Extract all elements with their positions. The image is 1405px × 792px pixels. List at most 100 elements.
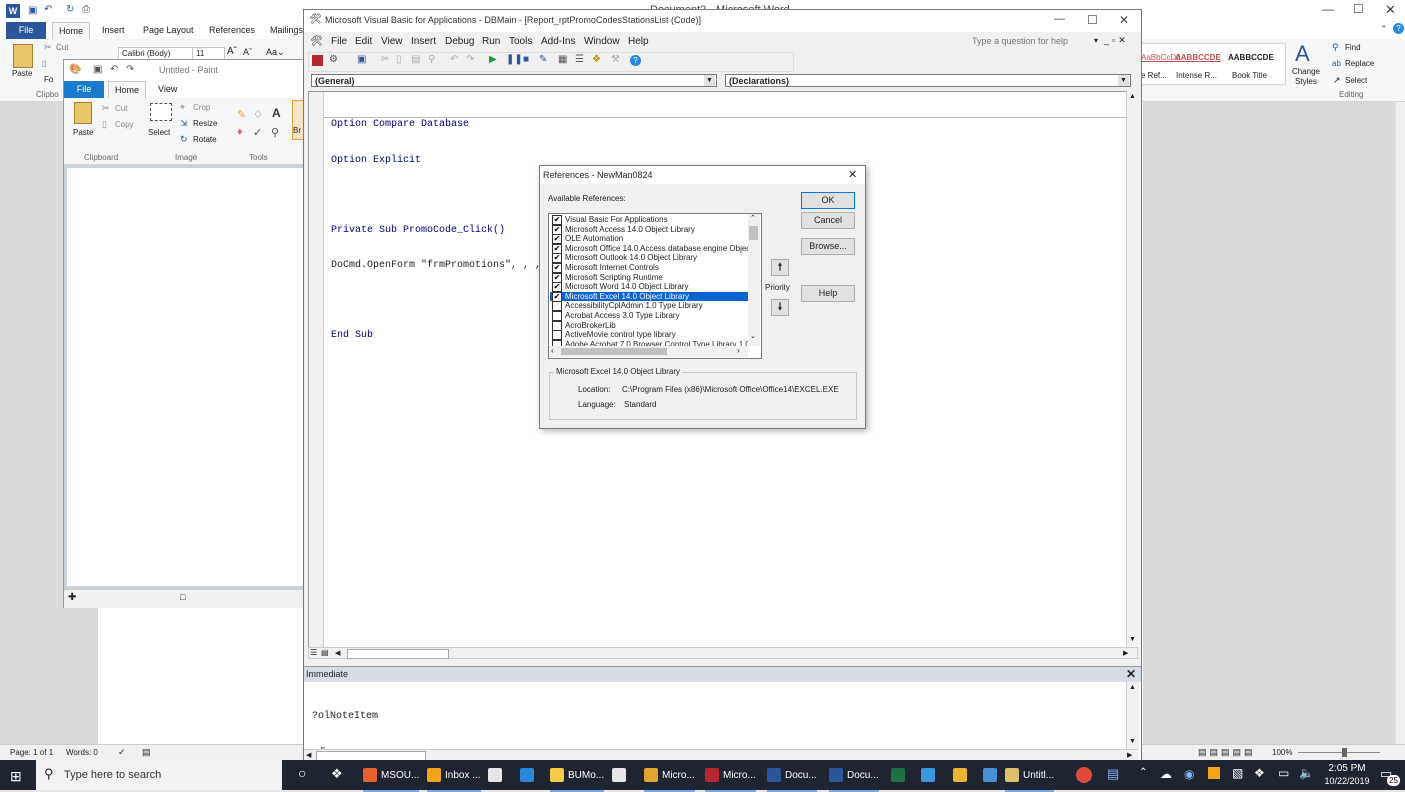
cortana-icon[interactable]: ○ — [298, 765, 306, 781]
menu-window[interactable]: Window — [584, 36, 620, 47]
immediate-vertical-scrollbar[interactable]: ▲ ▼ — [1126, 682, 1139, 749]
taskbar-app-button[interactable] — [983, 760, 1001, 790]
menu-add-ins[interactable]: Add-Ins — [541, 36, 575, 47]
code-vertical-scrollbar[interactable]: ▲ ▼ — [1126, 91, 1139, 647]
mdi-controls[interactable]: _▫✕ — [1104, 35, 1129, 46]
ok-button[interactable]: OK — [801, 192, 855, 209]
color-picker-icon[interactable]: ✓ — [253, 126, 262, 139]
design-mode-icon[interactable]: ✎ — [539, 54, 547, 65]
vba-cut-icon[interactable]: ✂ — [381, 54, 389, 65]
priority-up-button[interactable]: 🠕 — [771, 259, 789, 276]
vba-help-icon[interactable]: ? — [630, 55, 641, 66]
taskbar-app-button[interactable]: Docu... — [829, 760, 879, 792]
checkbox-unchecked-icon[interactable] — [552, 330, 562, 340]
browse-button[interactable]: Browse... — [801, 238, 855, 255]
view-access-icon[interactable] — [312, 55, 323, 66]
reference-item[interactable]: AcroBrokerLib — [550, 320, 748, 331]
references-list-hscroll[interactable]: ‹ › — [549, 346, 748, 357]
paint-paste-label[interactable]: Paste — [73, 128, 93, 137]
checkbox-checked-icon[interactable]: ✔ — [552, 215, 562, 225]
checkbox-checked-icon[interactable]: ✔ — [552, 291, 562, 302]
save-icon[interactable]: ▣ — [28, 5, 37, 16]
magnifier-icon[interactable]: ⚲ — [271, 126, 279, 139]
text-tool-icon[interactable]: A — [272, 106, 281, 120]
code-scroll-left-icon[interactable]: ◀ — [335, 649, 340, 657]
taskbar-app-button[interactable] — [488, 760, 506, 790]
checkbox-unchecked-icon[interactable] — [552, 320, 562, 331]
word-tab-home[interactable]: Home — [52, 22, 90, 39]
undo-icon[interactable]: ↶ — [44, 4, 52, 15]
network-icon[interactable]: ▭ — [1278, 766, 1289, 780]
immediate-close-icon[interactable]: ✕ — [1126, 667, 1136, 681]
paint-redo-icon[interactable]: ↷ — [126, 64, 134, 75]
procedure-combo[interactable]: (Declarations) ▼ — [725, 74, 1131, 87]
task-view-icon[interactable]: ❖ — [331, 766, 343, 782]
checkbox-checked-icon[interactable]: ✔ — [552, 262, 562, 273]
minimize-icon[interactable]: — — [1322, 2, 1334, 16]
ribbon-collapse-icon[interactable]: ⌃ — [1380, 24, 1388, 35]
find-label[interactable]: Find — [1345, 43, 1361, 52]
change-styles-icon[interactable]: A — [1295, 41, 1310, 67]
paint-resize-label[interactable]: Resize — [193, 119, 217, 128]
procedure-view-icon[interactable]: ☰ — [310, 648, 317, 657]
reference-item[interactable]: ✔ Microsoft Word 14.0 Object Library — [550, 282, 748, 292]
macro-icon[interactable]: ▤ — [142, 747, 151, 758]
change-case-icon[interactable]: Aa⌄ — [266, 47, 285, 58]
onedrive-icon[interactable]: ☁ — [1160, 767, 1172, 781]
checkbox-checked-icon[interactable]: ✔ — [552, 224, 562, 235]
paint-tab-file[interactable]: File — [64, 81, 104, 98]
list-vscroll-thumb[interactable] — [749, 226, 758, 240]
break-icon[interactable]: ❚❚ — [506, 54, 523, 65]
reference-item[interactable]: ActiveMovie control type library — [550, 330, 748, 340]
properties-icon[interactable]: ☰ — [575, 54, 584, 65]
vba-maximize-icon[interactable]: ☐ — [1087, 13, 1098, 27]
redo-icon[interactable]: ↻ — [66, 4, 74, 15]
dropbox-icon[interactable]: ❖ — [1254, 766, 1265, 780]
vba-save-icon[interactable]: ▣ — [357, 54, 366, 65]
taskbar-app-button[interactable]: Micro... — [705, 760, 756, 792]
dialog-close-icon[interactable]: ✕ — [848, 168, 857, 181]
paint-cut-icon[interactable]: ✂ — [102, 103, 110, 114]
full-module-view-icon[interactable]: ▤ — [321, 648, 329, 657]
references-list-vscroll[interactable]: ⌃ ⌄ — [748, 214, 760, 346]
grow-font-icon[interactable]: Aˆ — [227, 46, 237, 57]
object-combo-arrow-icon[interactable]: ▼ — [704, 75, 715, 86]
find-icon[interactable]: ⚲ — [1332, 42, 1339, 53]
reference-item[interactable]: ✔ OLE Automation — [550, 234, 748, 244]
paint-rotate-icon[interactable]: ↻ — [180, 134, 188, 145]
taskbar-app-button[interactable] — [921, 760, 939, 790]
paste-icon[interactable] — [13, 44, 33, 68]
pencil-icon[interactable]: ✎ — [237, 108, 246, 121]
paint-canvas[interactable] — [67, 168, 307, 586]
taskbar-app-button[interactable] — [891, 760, 909, 790]
word-tab-file[interactable]: File — [6, 22, 46, 39]
list-scroll-up-icon[interactable]: ⌃ — [750, 214, 756, 222]
word-tab-references[interactable]: References — [209, 25, 255, 35]
word-cut-label[interactable]: Cut — [56, 43, 68, 52]
checkbox-unchecked-icon[interactable] — [552, 310, 562, 321]
toolbox-icon[interactable]: ⚒ — [611, 54, 620, 65]
word-copy-partial[interactable]: ▯ — [42, 59, 46, 68]
references-list[interactable]: ✔ Visual Basic For Applications ✔ Microsoft… — [548, 213, 762, 359]
code-scroll-up-icon[interactable]: ▲ — [1129, 93, 1136, 100]
tray-app-icon[interactable] — [1208, 767, 1220, 779]
vba-redo-icon[interactable]: ↷ — [466, 54, 474, 65]
checkbox-checked-icon[interactable]: ✔ — [552, 243, 562, 254]
menu-file[interactable]: File — [331, 36, 347, 47]
menu-view[interactable]: View — [381, 36, 403, 47]
taskbar-app-button[interactable]: Inbox ... — [427, 760, 481, 792]
paint-tab-home[interactable]: Home — [108, 81, 146, 98]
help-dropdown-icon[interactable]: ▾ — [1094, 36, 1098, 45]
checkbox-checked-icon[interactable]: ✔ — [552, 282, 562, 292]
checkbox-checked-icon[interactable]: ✔ — [552, 234, 562, 244]
menu-help[interactable]: Help — [628, 36, 649, 47]
immediate-scroll-right-icon[interactable]: ▶ — [1127, 751, 1132, 759]
checkbox-unchecked-icon[interactable] — [552, 301, 562, 311]
paint-crop-label[interactable]: Crop — [193, 103, 210, 112]
code-hscroll-thumb[interactable] — [347, 649, 449, 659]
taskbar-app-button[interactable]: Docu... — [767, 760, 817, 792]
immediate-scroll-down-icon[interactable]: ▼ — [1129, 738, 1136, 745]
shrink-font-icon[interactable]: Aˇ — [243, 47, 252, 57]
reset-icon[interactable]: ■ — [523, 54, 529, 65]
print-icon[interactable]: ⎙ — [82, 4, 90, 15]
